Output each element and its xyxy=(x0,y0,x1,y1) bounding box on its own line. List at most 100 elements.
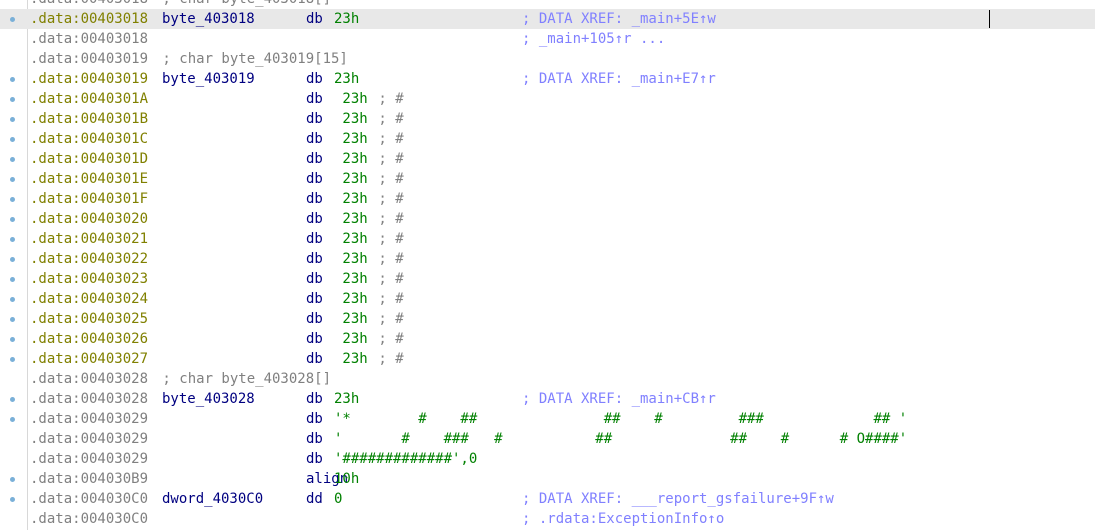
symbol-name[interactable]: byte_403028 xyxy=(162,389,255,409)
listing-row[interactable]: .data:00403025 db 23h ; # xyxy=(0,309,1095,329)
mnemonic: db xyxy=(306,71,323,87)
listing-row[interactable]: .data:0040301C db 23h ; # xyxy=(0,129,1095,149)
breakpoint-dot-icon[interactable] xyxy=(10,257,15,262)
listing-row[interactable]: .data:00403018 ; _main+105↑r ... xyxy=(0,29,1095,49)
mnemonic: dd xyxy=(306,491,323,507)
inline-comment: ; # xyxy=(370,271,404,287)
listing-row[interactable]: .data:00403029 db '* # ## ## # ### ## ' xyxy=(0,409,1095,429)
breakpoint-dot-icon[interactable] xyxy=(10,77,15,82)
listing-row[interactable]: .data:00403029 db ' # ### # ## ## # # O###… xyxy=(0,429,1095,449)
mnemonic: db xyxy=(306,431,323,447)
listing-row[interactable]: .data:0040301B db 23h ; # xyxy=(0,109,1095,129)
listing-row[interactable]: .data:00403029 db '#############',0 xyxy=(0,449,1095,469)
address: .data:00403021 xyxy=(30,231,149,247)
listing-row[interactable]: .data:00403019 ; char byte_403019[15] xyxy=(0,49,1095,69)
inline-comment: ; # xyxy=(370,111,404,127)
breakpoint-dot-icon[interactable] xyxy=(10,177,15,182)
breakpoint-dot-icon[interactable] xyxy=(10,137,15,142)
operand: 23h xyxy=(334,151,368,167)
inline-comment: ; # xyxy=(370,291,404,307)
address: .data:00403024 xyxy=(30,291,149,307)
breakpoint-dot-icon[interactable] xyxy=(10,497,15,502)
symbol-name[interactable]: byte_403018 xyxy=(162,9,255,29)
listing-row[interactable]: .data:00403019 byte_403019 db 23h ; DATA XRE… xyxy=(0,69,1095,89)
listing-row[interactable]: .data:00403023 db 23h ; # xyxy=(0,269,1095,289)
breakpoint-dot-icon[interactable] xyxy=(10,217,15,222)
address: .data:00403028 xyxy=(30,371,149,387)
operand: 23h xyxy=(334,11,360,27)
address: .data:00403027 xyxy=(30,351,149,367)
listing-row[interactable]: .data:00403024 db 23h ; # xyxy=(0,289,1095,309)
listing-row[interactable]: .data:00403026 db 23h ; # xyxy=(0,329,1095,349)
breakpoint-dot-icon[interactable] xyxy=(10,357,15,362)
inline-comment: ; # xyxy=(370,131,404,147)
breakpoint-dot-icon[interactable] xyxy=(10,237,15,242)
listing-row[interactable]: .data:00403020 db 23h ; # xyxy=(0,209,1095,229)
breakpoint-dot-icon[interactable] xyxy=(10,297,15,302)
address: .data:00403029 xyxy=(30,431,149,447)
xref-comment: ; DATA XREF: _main+E7↑r xyxy=(522,71,716,87)
operand: 23h xyxy=(334,211,368,227)
listing-row[interactable]: .data:00403028 byte_403028 db 23h ; DATA XRE… xyxy=(0,389,1095,409)
breakpoint-dot-icon[interactable] xyxy=(10,97,15,102)
listing-row[interactable]: .data:00403018 ; char byte_403018[] xyxy=(0,0,1095,9)
breakpoint-dot-icon[interactable] xyxy=(10,477,15,482)
text-caret xyxy=(989,10,990,28)
mnemonic: db xyxy=(306,11,323,27)
listing-row[interactable]: .data:00403027 db 23h ; # xyxy=(0,349,1095,369)
breakpoint-dot-icon[interactable] xyxy=(10,117,15,122)
listing-row[interactable]: .data:0040301E db 23h ; # xyxy=(0,169,1095,189)
mnemonic: db xyxy=(306,231,323,247)
breakpoint-dot-icon[interactable] xyxy=(10,17,15,22)
listing-row[interactable]: .data:00403028 ; char byte_403028[] xyxy=(0,369,1095,389)
inline-comment: ; # xyxy=(370,311,404,327)
listing-row[interactable]: .data:004030C0 ; .rdata:ExceptionInfo↑o xyxy=(0,509,1095,529)
address: .data:00403028 xyxy=(30,391,149,407)
operand: 23h xyxy=(334,331,368,347)
mnemonic: db xyxy=(306,151,323,167)
inline-comment: ; # xyxy=(370,171,404,187)
listing-row[interactable]: .data:0040301A db 23h ; # xyxy=(0,89,1095,109)
address: .data:00403029 xyxy=(30,451,149,467)
symbol-name[interactable]: dword_4030C0 xyxy=(162,489,263,509)
inline-comment: ; # xyxy=(370,251,404,267)
breakpoint-dot-icon[interactable] xyxy=(10,157,15,162)
inline-comment: ; # xyxy=(370,211,404,227)
listing-row[interactable]: .data:0040301D db 23h ; # xyxy=(0,149,1095,169)
inline-comment: ; # xyxy=(370,191,404,207)
inline-comment: ; # xyxy=(370,351,404,367)
operand: 23h xyxy=(334,391,360,407)
listing-row[interactable]: .data:0040301F db 23h ; # xyxy=(0,189,1095,209)
operand: 23h xyxy=(334,131,368,147)
disassembly-view[interactable]: .data:00403018 ; char byte_403018[].data… xyxy=(0,0,1095,530)
breakpoint-dot-icon[interactable] xyxy=(10,397,15,402)
address: .data:004030C0 xyxy=(30,491,149,507)
address: .data:00403023 xyxy=(30,271,149,287)
breakpoint-dot-icon[interactable] xyxy=(10,277,15,282)
listing-row[interactable]: .data:004030C0 dword_4030C0 dd 0 ; DATA XREF… xyxy=(0,489,1095,509)
inline-comment: ; # xyxy=(370,331,404,347)
xref-comment: ; DATA XREF: _main+CB↑r xyxy=(522,391,716,407)
symbol-name[interactable]: byte_403019 xyxy=(162,69,255,89)
breakpoint-dot-icon[interactable] xyxy=(10,197,15,202)
xref-comment: ; .rdata:ExceptionInfo↑o xyxy=(522,511,725,527)
listing-row[interactable]: .data:004030B9 align 10h xyxy=(0,469,1095,489)
inline-comment: ; char byte_403019[15] xyxy=(154,51,348,67)
breakpoint-dot-icon[interactable] xyxy=(10,317,15,322)
mnemonic: db xyxy=(306,451,323,467)
address: .data:0040301F xyxy=(30,191,149,207)
address: .data:00403022 xyxy=(30,251,149,267)
breakpoint-dot-icon[interactable] xyxy=(10,417,15,422)
address: .data:0040301A xyxy=(30,91,149,107)
breakpoint-dot-icon[interactable] xyxy=(10,337,15,342)
listing-row[interactable]: .data:00403018 byte_403018 db 23h ; DATA XRE… xyxy=(0,9,1095,29)
address: .data:00403018 xyxy=(30,0,148,9)
listing-row[interactable]: .data:00403022 db 23h ; # xyxy=(0,249,1095,269)
mnemonic: db xyxy=(306,111,323,127)
mnemonic: db xyxy=(306,351,323,367)
mnemonic: db xyxy=(306,291,323,307)
address: .data:0040301E xyxy=(30,171,149,187)
inline-comment: ; # xyxy=(370,151,404,167)
operand: '* # ## ## # ### ## ' xyxy=(334,411,908,427)
listing-row[interactable]: .data:00403021 db 23h ; # xyxy=(0,229,1095,249)
